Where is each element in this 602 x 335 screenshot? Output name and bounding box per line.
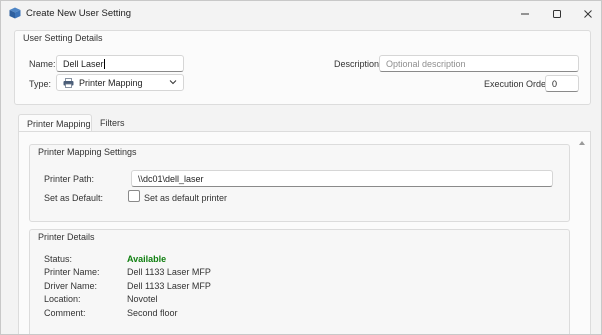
group-title-details: User Setting Details (23, 33, 103, 43)
maximize-button[interactable] (541, 1, 573, 27)
set-default-label: Set as Default: (44, 193, 104, 203)
printer-name-label: Printer Name: (44, 267, 100, 277)
comment-label: Comment: (44, 308, 86, 318)
set-default-checkbox-label[interactable]: Set as default printer (144, 193, 227, 203)
type-select[interactable]: Printer Mapping (56, 74, 184, 91)
tab-printer-mapping[interactable]: Printer Mapping (18, 114, 92, 132)
execution-order-field[interactable]: 0 (545, 75, 579, 92)
maximize-icon (553, 10, 561, 18)
type-label: Type: (29, 79, 52, 89)
execution-order-label: Execution Order: (484, 79, 552, 89)
group-title-mapping: Printer Mapping Settings (38, 147, 137, 157)
status-label: Status: (44, 254, 73, 264)
driver-name-label: Driver Name: (44, 281, 98, 291)
description-field[interactable]: Optional description (379, 55, 579, 72)
tab-panel-printer-mapping: Printer Mapping Settings Printer Path: \… (18, 131, 591, 334)
printer-mapping-settings-group: Printer Mapping Settings Printer Path: \… (29, 144, 570, 222)
cube-icon (9, 7, 21, 19)
driver-name-value: Dell 1133 Laser MFP (127, 281, 211, 291)
minimize-icon (521, 13, 529, 15)
user-setting-details-group: User Setting Details Name: Dell Laser Ty… (14, 30, 591, 105)
printer-details-group: Printer Details Status: Available Printe… (29, 229, 570, 334)
minimize-button[interactable] (509, 1, 541, 27)
close-button[interactable] (572, 1, 601, 27)
comment-value: Second floor (127, 308, 178, 318)
chevron-down-icon (169, 78, 177, 88)
name-value: Dell Laser (63, 59, 104, 69)
title-bar[interactable]: Create New User Setting (1, 1, 601, 27)
printer-icon (63, 77, 74, 88)
description-placeholder: Optional description (386, 59, 466, 69)
location-value: Novotel (127, 294, 158, 304)
tab-printer-mapping-label: Printer Mapping (27, 119, 91, 129)
printer-path-value: \\dc01\dell_laser (138, 174, 204, 184)
vertical-scrollbar[interactable] (578, 138, 586, 334)
type-value: Printer Mapping (79, 77, 143, 88)
name-field[interactable]: Dell Laser (56, 55, 184, 72)
close-icon (584, 10, 592, 18)
execution-order-value: 0 (552, 79, 558, 89)
printer-path-field[interactable]: \\dc01\dell_laser (131, 170, 553, 187)
location-label: Location: (44, 294, 81, 304)
name-label: Name: (29, 59, 56, 69)
printer-name-value: Dell 1133 Laser MFP (127, 267, 211, 277)
printer-path-label: Printer Path: (44, 174, 95, 184)
status-value: Available (127, 254, 167, 264)
tab-filters-label: Filters (100, 118, 125, 128)
description-label: Description: (334, 59, 382, 69)
create-user-setting-window: Create New User Setting User Setting Det… (0, 0, 602, 335)
group-title-printer-details: Printer Details (38, 232, 95, 242)
tab-filters[interactable]: Filters (92, 114, 136, 132)
set-default-checkbox[interactable] (128, 190, 140, 202)
window-title: Create New User Setting (26, 8, 132, 19)
scroll-up-icon[interactable] (578, 138, 586, 148)
